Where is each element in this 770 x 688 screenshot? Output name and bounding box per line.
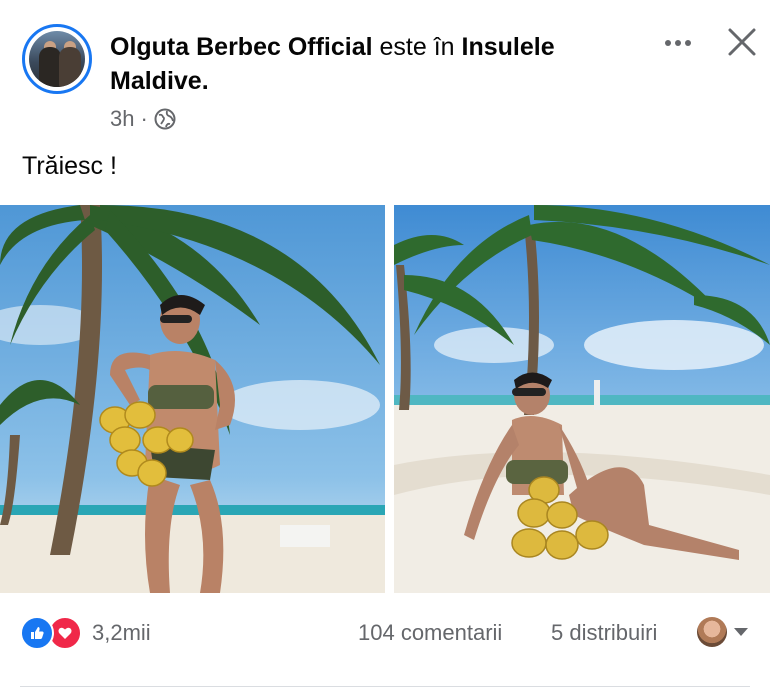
author-name[interactable]: Olguta Berbec Official: [110, 33, 373, 61]
shares-count[interactable]: 5 distribuiri: [551, 620, 657, 646]
meta-separator: ·: [140, 106, 148, 131]
footer-divider: [20, 686, 750, 687]
location-connector: este în: [379, 33, 455, 61]
facebook-post: Olguta Berbec Official este în Insulele …: [0, 0, 770, 688]
more-icon[interactable]: [658, 28, 698, 58]
like-icon: [20, 616, 54, 650]
globe-icon: [154, 108, 176, 130]
post-meta: 3h ·: [110, 106, 176, 132]
viewer-avatar[interactable]: [697, 617, 727, 647]
post-header: Olguta Berbec Official este în Insulele …: [110, 30, 630, 98]
post-photo-left[interactable]: [0, 205, 385, 593]
avatar-photo: [29, 31, 85, 87]
author-avatar[interactable]: [22, 24, 92, 94]
reactions-summary[interactable]: 3,2mii: [20, 616, 151, 650]
post-photo-right[interactable]: [394, 205, 770, 593]
comments-count[interactable]: 104 comentarii: [358, 620, 502, 646]
chevron-down-icon[interactable]: [733, 627, 749, 637]
post-time[interactable]: 3h: [110, 106, 134, 132]
close-icon[interactable]: [724, 24, 760, 60]
reaction-count: 3,2mii: [92, 620, 151, 645]
post-caption: Trăiesc !: [22, 152, 117, 180]
